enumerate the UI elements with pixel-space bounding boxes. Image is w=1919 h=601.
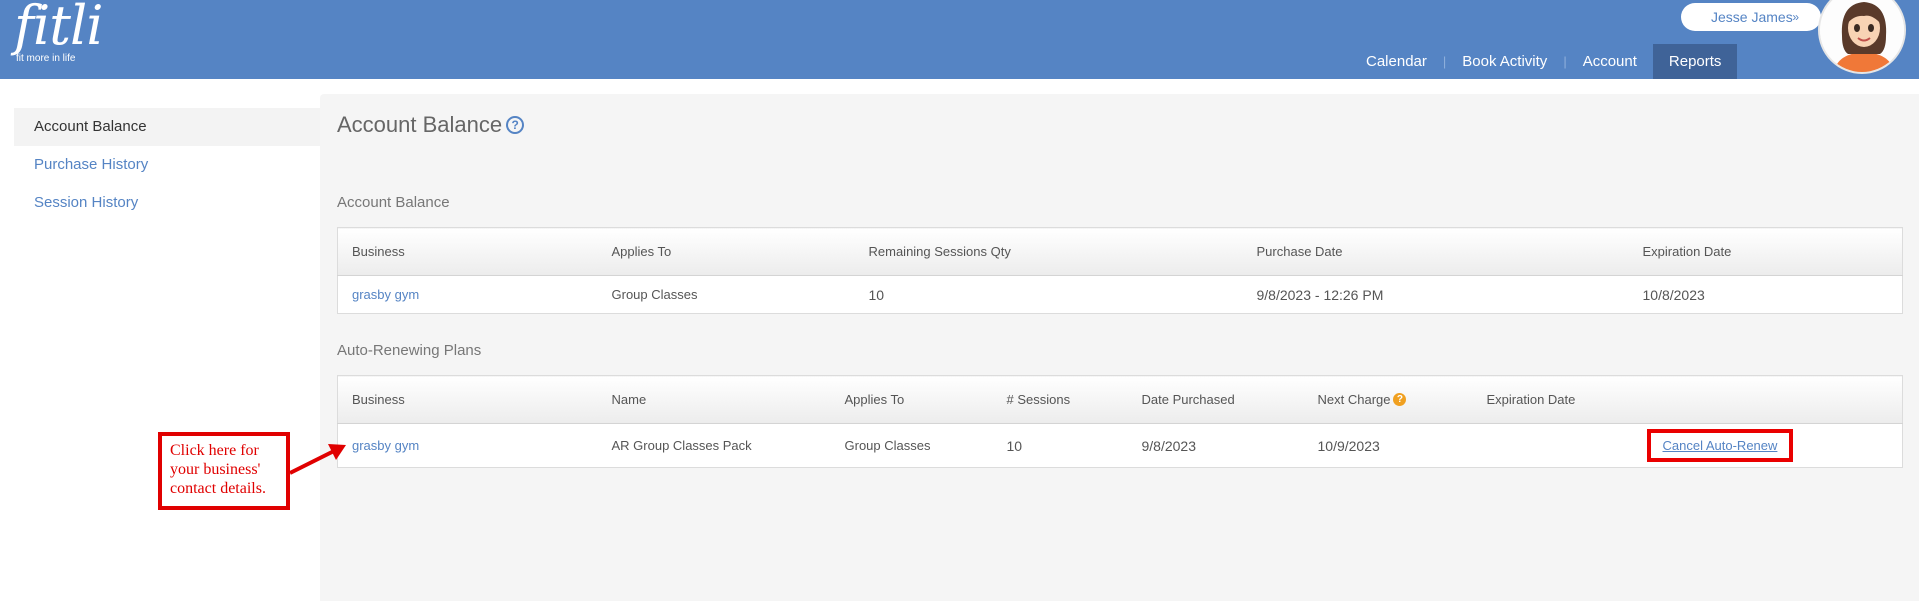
help-icon[interactable]: ? xyxy=(506,116,525,134)
account-balance-table: Business Applies To Remaining Sessions Q… xyxy=(337,227,1903,314)
business-link[interactable]: grasby gym xyxy=(352,438,419,453)
cell-action: Cancel Auto-Renew xyxy=(1645,424,1903,468)
callout-line: Click here for xyxy=(170,442,259,459)
callout-line: contact details. xyxy=(170,480,266,497)
cell-name: AR Group Classes Pack xyxy=(611,438,752,453)
nav-reports[interactable]: Reports xyxy=(1652,44,1738,79)
col-header-date-purchased: Date Purchased xyxy=(1127,375,1304,424)
cell-date-purchased: 9/8/2023 xyxy=(1141,437,1197,454)
sidebar-item-account-balance[interactable]: Account Balance xyxy=(14,108,320,146)
col-header-applies-to: Applies To xyxy=(830,375,993,424)
cell-purchase-date: 9/8/2023 - 12:26 PM xyxy=(1256,286,1384,303)
nav-account[interactable]: Account xyxy=(1567,44,1653,79)
table-row: grasby gym Group Classes 10 9/8/2023 - 1… xyxy=(338,276,1903,314)
avatar-illustration xyxy=(1820,0,1904,72)
cell-applies-to: Group Classes xyxy=(611,287,698,302)
main-content: Account Balance? Account Balance Busines… xyxy=(320,94,1919,601)
account-balance-section-label: Account Balance xyxy=(337,194,450,211)
avatar[interactable] xyxy=(1818,0,1906,74)
nav-book-activity[interactable]: Book Activity xyxy=(1446,44,1563,79)
next-charge-label: Next Charge xyxy=(1317,392,1391,407)
top-header: fitli fit more in life Jesse James » Cal… xyxy=(0,0,1919,79)
sidebar-item-session-history[interactable]: Session History xyxy=(14,184,320,222)
auto-renew-section-label: Auto-Renewing Plans xyxy=(337,342,482,359)
page-title-text: Account Balance xyxy=(337,112,503,137)
logo-tagline: fit more in life xyxy=(16,53,76,64)
table-row: grasby gym AR Group Classes Pack Group C… xyxy=(338,424,1903,468)
cancel-auto-renew-link[interactable]: Cancel Auto-Renew xyxy=(1663,438,1778,453)
col-header-purchase-date: Purchase Date xyxy=(1242,227,1629,276)
cell-next-charge: 10/9/2023 xyxy=(1317,437,1380,454)
col-header-remaining-sessions: Remaining Sessions Qty xyxy=(854,227,1243,276)
user-name: Jesse James xyxy=(1711,9,1793,25)
cell-sessions: 10 xyxy=(1006,437,1023,454)
page-title: Account Balance? xyxy=(337,112,525,138)
col-header-name: Name xyxy=(597,375,831,424)
chevron-down-icon: » xyxy=(1792,10,1799,24)
table-header-row: Business Applies To Remaining Sessions Q… xyxy=(337,227,1903,276)
col-header-business: Business xyxy=(337,375,598,424)
user-menu[interactable]: Jesse James » xyxy=(1681,3,1821,31)
col-header-applies-to: Applies To xyxy=(597,227,855,276)
highlight-box: Cancel Auto-Renew xyxy=(1646,429,1794,462)
col-header-expiration-date: Expiration Date xyxy=(1628,227,1903,276)
business-link[interactable]: grasby gym xyxy=(352,287,419,302)
cell-applies-to: Group Classes xyxy=(844,438,931,453)
cell-expiration-date: 10/8/2023 xyxy=(1642,286,1705,303)
logo-wordmark: fitli xyxy=(14,0,103,57)
callout-line: your business' xyxy=(170,461,261,478)
sidebar: Account Balance Purchase History Session… xyxy=(14,108,320,222)
cell-remaining-sessions: 10 xyxy=(868,286,885,303)
annotation-arrow-icon xyxy=(289,444,346,475)
fitli-logo[interactable]: fitli fit more in life xyxy=(14,0,103,64)
col-header-next-charge: Next Charge? xyxy=(1303,375,1473,424)
col-header-sessions: # Sessions xyxy=(992,375,1128,424)
col-header-expiration-date: Expiration Date xyxy=(1472,375,1645,424)
info-icon[interactable]: ? xyxy=(1393,393,1407,406)
cell-expiration-date xyxy=(1473,424,1645,468)
annotation-callout: Click here for your business' contact de… xyxy=(158,432,290,510)
nav-calendar[interactable]: Calendar xyxy=(1350,44,1443,79)
auto-renew-table: Business Name Applies To # Sessions Date… xyxy=(337,375,1903,468)
sidebar-item-purchase-history[interactable]: Purchase History xyxy=(14,146,320,184)
table-header-row: Business Name Applies To # Sessions Date… xyxy=(337,375,1903,424)
col-header-action xyxy=(1644,375,1903,424)
main-nav: Calendar | Book Activity | Account Repor… xyxy=(1350,44,1738,79)
col-header-business: Business xyxy=(337,227,598,276)
